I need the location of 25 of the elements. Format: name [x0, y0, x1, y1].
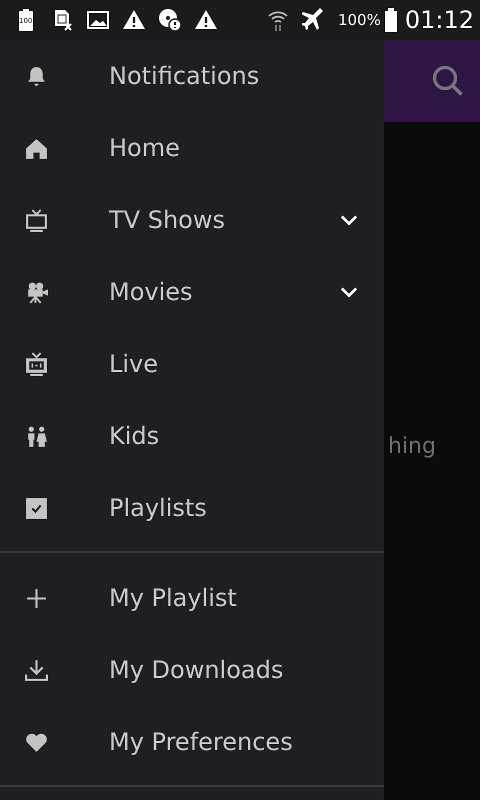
warning-icon [194, 8, 218, 32]
chevron-down-icon[interactable] [340, 286, 358, 298]
airplane-icon [302, 8, 326, 32]
drawer-item[interactable]: My Playlist [0, 562, 384, 634]
image-icon [86, 8, 110, 32]
drawer-item[interactable]: My Preferences [0, 706, 384, 778]
tv-icon [24, 208, 49, 232]
drawer-item[interactable]: Movies [0, 256, 384, 328]
clock: 01:12 [404, 6, 474, 34]
checkbox-icon [24, 496, 49, 520]
drawer-item[interactable]: TV Shows [0, 184, 384, 256]
drawer-item[interactable]: My Downloads [0, 634, 384, 706]
message-text: hing [388, 434, 436, 459]
drawer-item[interactable]: Live [0, 328, 384, 400]
drawer-item[interactable]: Home [0, 112, 384, 184]
drawer-item[interactable]: Kids [0, 400, 384, 472]
battery-percent: 100% [338, 11, 381, 29]
battery-icon [384, 8, 397, 32]
drawer-item[interactable]: Notifications [0, 40, 384, 112]
chevron-down-icon[interactable] [340, 214, 358, 226]
download-icon [24, 658, 49, 682]
drawer-item[interactable]: Playlists [0, 472, 384, 544]
disc-alert-icon [158, 8, 182, 32]
live-tv-icon [24, 352, 49, 376]
warning-icon [122, 8, 146, 32]
